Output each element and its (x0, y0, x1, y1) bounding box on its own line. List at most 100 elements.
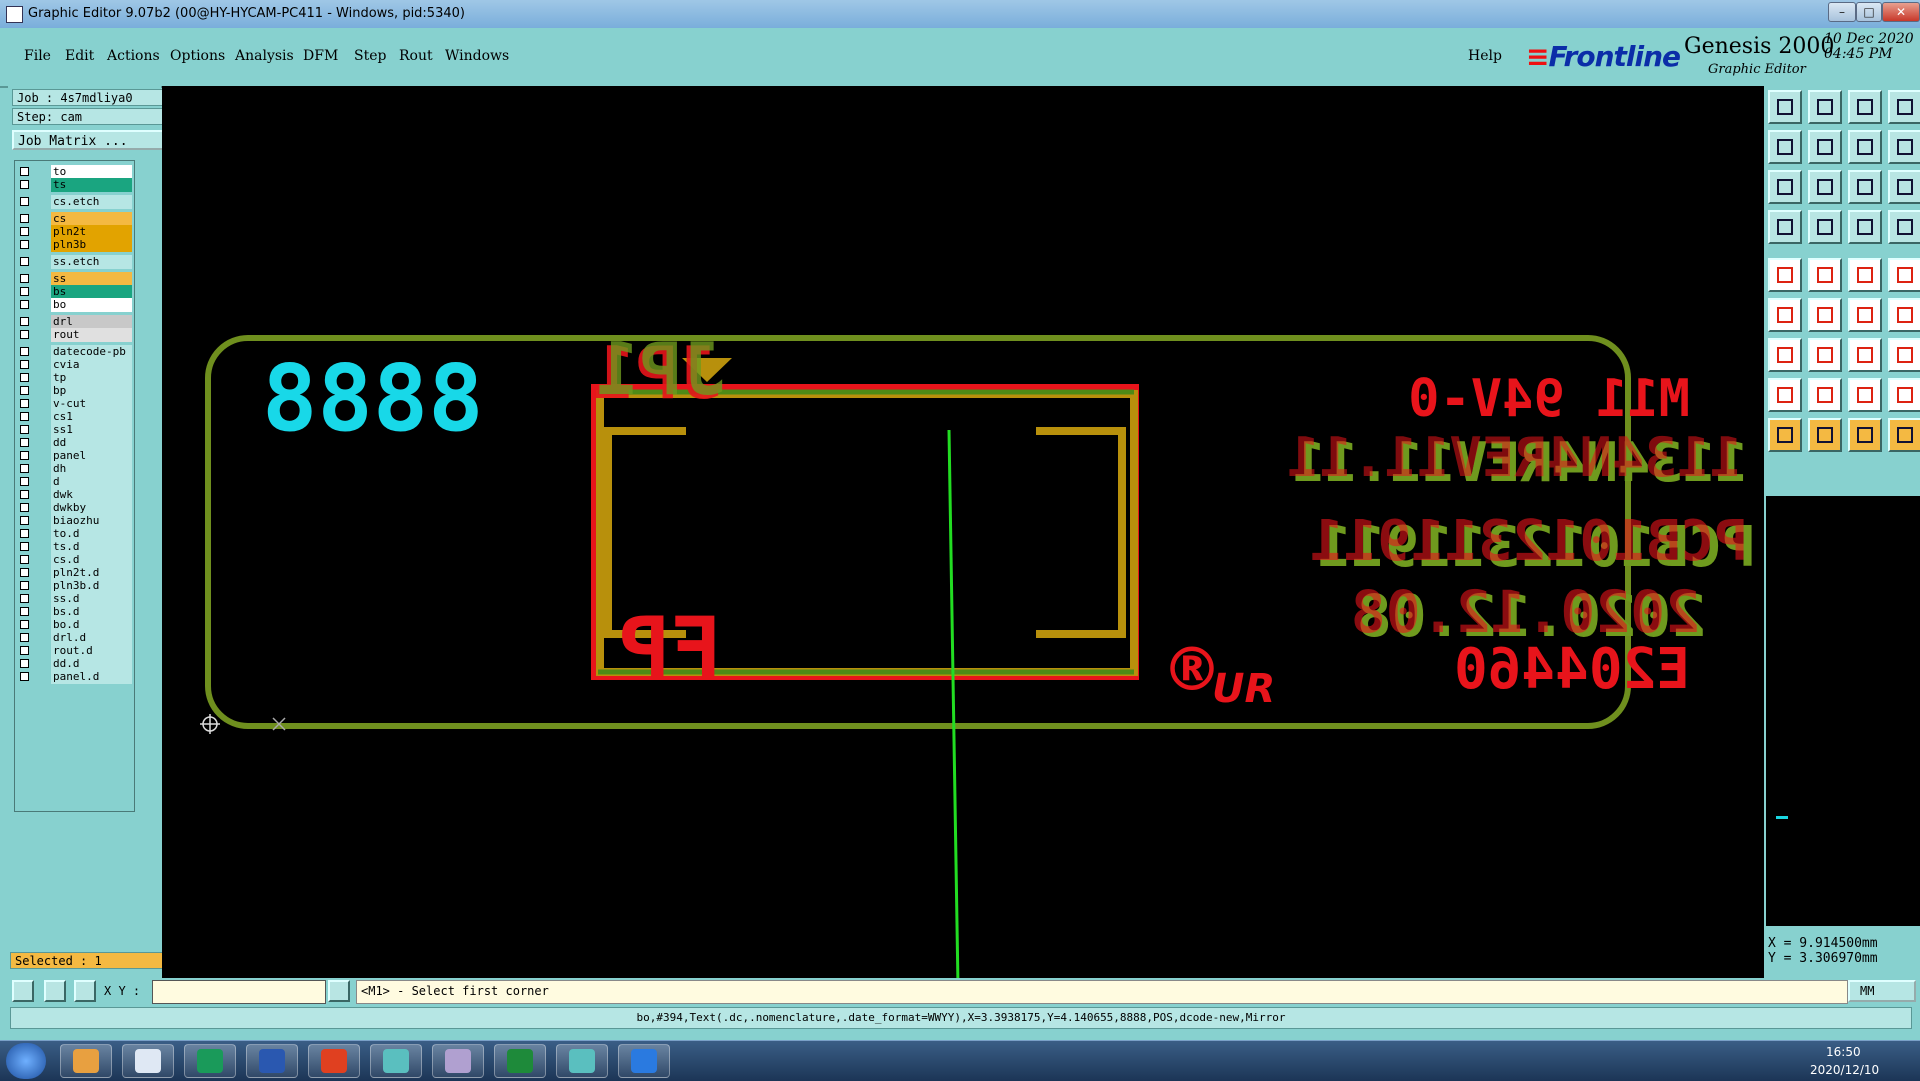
layer-row[interactable]: pln2t.d (18, 566, 132, 580)
tool-button-7-3[interactable] (1888, 378, 1920, 412)
menu-help[interactable]: Help (1468, 48, 1502, 64)
layer-checkbox[interactable] (20, 287, 29, 296)
layer-checkbox[interactable] (20, 633, 29, 642)
layer-row[interactable]: cs (18, 212, 132, 226)
tool-button-7-2[interactable] (1848, 378, 1882, 412)
xy-input[interactable] (152, 980, 326, 1004)
taskbar-app-8[interactable] (494, 1044, 546, 1078)
layer-row[interactable]: datecode-pb (18, 345, 132, 359)
tool-button-8-2[interactable] (1848, 418, 1882, 452)
tool-button-1-0[interactable] (1768, 130, 1802, 164)
text-cursor-icon[interactable] (328, 980, 350, 1002)
tool-button-5-1[interactable] (1808, 298, 1842, 332)
taskbar-app-7[interactable] (432, 1044, 484, 1078)
layer-row[interactable]: ss.etch (18, 255, 132, 269)
layer-row[interactable]: to (18, 165, 132, 179)
layer-checkbox[interactable] (20, 568, 29, 577)
menu-rout[interactable]: Rout (399, 48, 433, 64)
layer-checkbox[interactable] (20, 438, 29, 447)
layer-checkbox[interactable] (20, 274, 29, 283)
taskbar-app-5[interactable] (308, 1044, 360, 1078)
layer-checkbox[interactable] (20, 594, 29, 603)
taskbar-app-9[interactable] (556, 1044, 608, 1078)
tool-button-1-2[interactable] (1848, 130, 1882, 164)
tool-button-7-1[interactable] (1808, 378, 1842, 412)
tool-button-1-1[interactable] (1808, 130, 1842, 164)
layer-row[interactable]: bp (18, 384, 132, 398)
layer-checkbox[interactable] (20, 672, 29, 681)
layer-checkbox[interactable] (20, 197, 29, 206)
menu-options[interactable]: Options (170, 48, 225, 64)
layer-row[interactable]: ss1 (18, 423, 132, 437)
tool-button-8-1[interactable] (1808, 418, 1842, 452)
tool-button-4-3[interactable] (1888, 258, 1920, 292)
tool-button-2-2[interactable] (1848, 170, 1882, 204)
layer-checkbox[interactable] (20, 425, 29, 434)
layer-row[interactable]: d (18, 475, 132, 489)
layer-checkbox[interactable] (20, 373, 29, 382)
layer-row[interactable]: bs (18, 285, 132, 299)
tool-button-0-3[interactable] (1888, 90, 1920, 124)
tool-button-3-3[interactable] (1888, 210, 1920, 244)
layer-row[interactable]: ss (18, 272, 132, 286)
layer-checkbox[interactable] (20, 386, 29, 395)
layer-row[interactable]: ss.d (18, 592, 132, 606)
menu-analysis[interactable]: Analysis (235, 48, 294, 64)
tool-button-0-0[interactable] (1768, 90, 1802, 124)
layer-row[interactable]: panel.d (18, 670, 132, 684)
layer-row[interactable]: dwk (18, 488, 132, 502)
tool-button-2-1[interactable] (1808, 170, 1842, 204)
layer-checkbox[interactable] (20, 555, 29, 564)
layer-row[interactable]: drl (18, 315, 132, 329)
menu-dfm[interactable]: DFM (303, 48, 338, 64)
tool-button-7-0[interactable] (1768, 378, 1802, 412)
tool-button-6-3[interactable] (1888, 338, 1920, 372)
layer-checkbox[interactable] (20, 257, 29, 266)
layer-checkbox[interactable] (20, 227, 29, 236)
layer-checkbox[interactable] (20, 347, 29, 356)
layer-checkbox[interactable] (20, 167, 29, 176)
layer-row[interactable]: tp (18, 371, 132, 385)
menu-edit[interactable]: Edit (65, 48, 94, 64)
taskbar-app-1[interactable] (60, 1044, 112, 1078)
tool-button-5-2[interactable] (1848, 298, 1882, 332)
layer-row[interactable]: ts (18, 178, 132, 192)
layer-checkbox[interactable] (20, 529, 29, 538)
angle-icon[interactable] (44, 980, 66, 1002)
menu-file[interactable]: File (24, 48, 51, 64)
layer-checkbox[interactable] (20, 300, 29, 309)
units-selector[interactable]: MM (1848, 980, 1916, 1002)
layer-row[interactable]: cs.etch (18, 195, 132, 209)
layer-row[interactable]: cs.d (18, 553, 132, 567)
layer-row[interactable]: dd (18, 436, 132, 450)
tool-button-2-0[interactable] (1768, 170, 1802, 204)
tool-button-3-0[interactable] (1768, 210, 1802, 244)
layer-checkbox[interactable] (20, 360, 29, 369)
layer-checkbox[interactable] (20, 399, 29, 408)
layer-row[interactable]: bs.d (18, 605, 132, 619)
layer-checkbox[interactable] (20, 490, 29, 499)
layer-checkbox[interactable] (20, 659, 29, 668)
layer-checkbox[interactable] (20, 620, 29, 629)
tool-button-6-0[interactable] (1768, 338, 1802, 372)
layer-row[interactable]: pln3b.d (18, 579, 132, 593)
tool-button-5-0[interactable] (1768, 298, 1802, 332)
layer-row[interactable]: bo (18, 298, 132, 312)
tool-button-0-2[interactable] (1848, 90, 1882, 124)
layer-row[interactable]: panel (18, 449, 132, 463)
tool-button-8-3[interactable] (1888, 418, 1920, 452)
layer-row[interactable]: biaozhu (18, 514, 132, 528)
tool-button-6-2[interactable] (1848, 338, 1882, 372)
layer-checkbox[interactable] (20, 503, 29, 512)
start-button[interactable] (6, 1043, 46, 1079)
layer-checkbox[interactable] (20, 464, 29, 473)
close-button[interactable]: ✕ (1882, 2, 1920, 22)
minimize-button[interactable]: – (1828, 2, 1856, 22)
layer-row[interactable]: pln3b (18, 238, 132, 252)
tool-button-8-0[interactable] (1768, 418, 1802, 452)
layer-row[interactable]: pln2t (18, 225, 132, 239)
taskbar-app-3[interactable] (184, 1044, 236, 1078)
maximize-button[interactable]: □ (1856, 2, 1882, 22)
layer-row[interactable]: bo.d (18, 618, 132, 632)
layer-row[interactable]: cs1 (18, 410, 132, 424)
